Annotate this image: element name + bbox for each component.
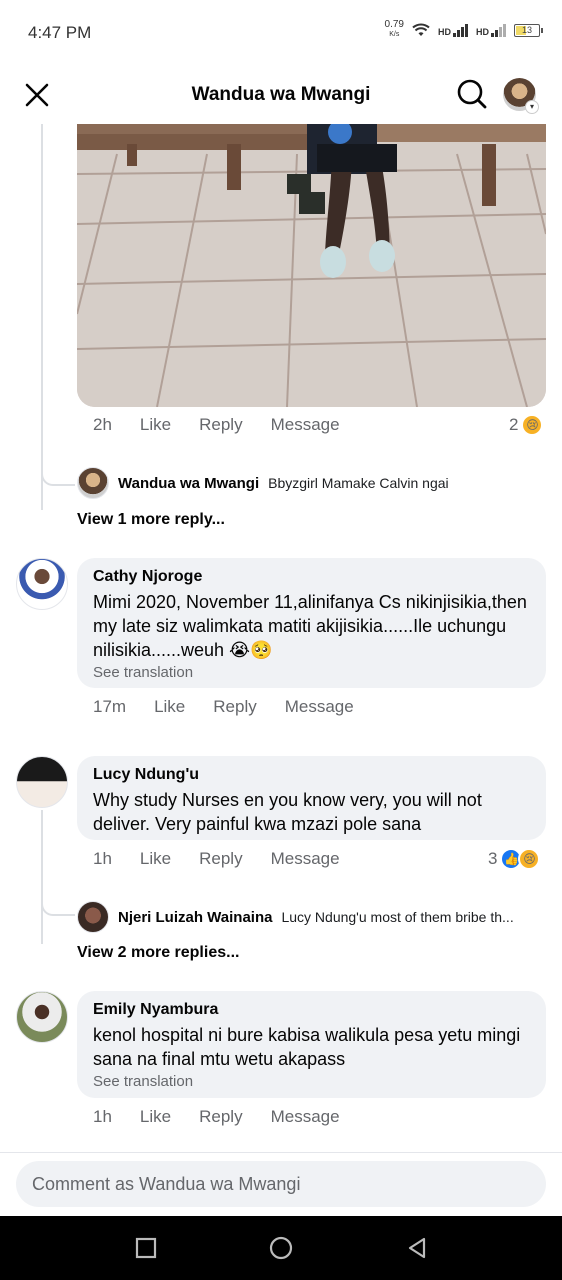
photo-actions: 2h Like Reply Message <box>93 415 368 435</box>
profile-avatar[interactable]: ▾ <box>503 78 539 114</box>
comment-actions: 1h Like Reply Message <box>93 849 368 869</box>
comment-author[interactable]: Lucy Ndung'u <box>93 765 530 785</box>
comment-text: Mimi 2020, November 11,alinifanya Cs nik… <box>93 592 527 660</box>
signal-2: HD <box>476 23 506 37</box>
reply-button[interactable]: Reply <box>213 697 256 717</box>
signal-bars-icon <box>453 23 468 37</box>
comment-text: kenol hospital ni bure kabisa walikula p… <box>93 1025 521 1069</box>
reply-author[interactable]: Njeri Luizah Wainaina <box>118 909 272 926</box>
comment-bubble: Cathy Njoroge Mimi 2020, November 11,ali… <box>77 558 546 688</box>
back-icon[interactable] <box>405 1236 429 1260</box>
avatar[interactable] <box>16 756 68 808</box>
view-more-replies[interactable]: View 2 more replies... <box>77 944 239 962</box>
reply-item[interactable]: Njeri Luizah Wainaina Lucy Ndung'u most … <box>77 901 514 933</box>
comment-time: 2h <box>93 415 112 434</box>
thread-line <box>41 124 43 510</box>
message-button[interactable]: Message <box>271 1107 340 1127</box>
comment-author[interactable]: Cathy Njoroge <box>93 567 530 587</box>
comment-text: Why study Nurses en you know very, you w… <box>93 790 482 834</box>
reply-button[interactable]: Reply <box>199 849 242 869</box>
system-navigation-bar <box>0 1216 562 1280</box>
comment-input[interactable]: Comment as Wandua wa Mwangi <box>16 1161 546 1207</box>
message-button[interactable]: Message <box>271 849 340 869</box>
reply-item[interactable]: Wandua wa Mwangi Bbyzgirl Mamake Calvin … <box>77 467 449 499</box>
reply-button[interactable]: Reply <box>199 1107 242 1127</box>
like-button[interactable]: Like <box>154 697 185 717</box>
like-button[interactable]: Like <box>140 849 171 869</box>
reaction-summary[interactable]: 3 👍 😢 <box>488 848 541 870</box>
reply-text: Lucy Ndung'u most of them bribe th... <box>281 909 514 925</box>
comment-bubble: Lucy Ndung'u Why study Nurses en you kno… <box>77 756 546 840</box>
network-speed: 0.79 K/s <box>384 19 404 39</box>
chevron-down-icon: ▾ <box>525 100 539 114</box>
comments-list: 2h Like Reply Message 2 😢 Wandua wa Mwan… <box>0 124 562 1152</box>
like-button[interactable]: Like <box>140 1107 171 1127</box>
reply-text: Bbyzgirl Mamake Calvin ngai <box>268 475 449 491</box>
reply-button[interactable]: Reply <box>199 415 242 435</box>
comment-actions: 1h Like Reply Message <box>93 1107 368 1127</box>
comment-bubble: Emily Nyambura kenol hospital ni bure ka… <box>77 991 546 1098</box>
message-button[interactable]: Message <box>271 415 340 435</box>
signal-bars-icon <box>491 23 506 37</box>
wifi-icon <box>412 23 430 36</box>
comment-composer: Comment as Wandua wa Mwangi <box>0 1152 562 1216</box>
comment-actions: 17m Like Reply Message <box>93 697 382 717</box>
status-indicators: 0.79 K/s HD HD 13 <box>384 19 543 40</box>
status-bar: 4:47 PM 0.79 K/s HD HD 13 <box>0 0 562 64</box>
signal-1: HD <box>438 23 468 37</box>
comment-time: 17m <box>93 697 127 716</box>
comment-photo[interactable] <box>77 124 546 407</box>
message-button[interactable]: Message <box>285 697 354 717</box>
header: Wandua wa Mwangi ▾ <box>0 64 562 124</box>
sad-reaction-icon: 😢 <box>521 414 544 436</box>
like-button[interactable]: Like <box>140 415 171 435</box>
avatar[interactable] <box>16 991 68 1043</box>
comment-time: 1h <box>93 1107 112 1126</box>
reaction-count: 3 <box>488 849 498 868</box>
comment-time: 1h <box>93 849 112 868</box>
sad-reaction-icon: 😢 <box>518 848 541 870</box>
reaction-count: 2 <box>509 415 519 434</box>
reaction-summary[interactable]: 2 😢 <box>509 414 544 436</box>
battery-icon: 13 <box>514 23 543 37</box>
avatar <box>77 901 109 933</box>
comment-author[interactable]: Emily Nyambura <box>93 1000 530 1020</box>
thread-line <box>41 810 43 944</box>
avatar <box>77 467 109 499</box>
status-time: 4:47 PM <box>28 23 92 42</box>
search-icon <box>457 79 487 109</box>
photo-image <box>77 124 546 407</box>
avatar[interactable] <box>16 558 68 610</box>
thread-connector <box>41 900 75 916</box>
see-translation-link[interactable]: See translation <box>93 664 530 681</box>
thread-connector <box>41 470 75 486</box>
recent-apps-icon[interactable] <box>134 1236 158 1260</box>
see-translation-link[interactable]: See translation <box>93 1073 530 1090</box>
search-button[interactable] <box>454 76 490 112</box>
view-more-replies[interactable]: View 1 more reply... <box>77 511 225 529</box>
home-icon[interactable] <box>269 1236 293 1260</box>
reply-author[interactable]: Wandua wa Mwangi <box>118 475 259 492</box>
